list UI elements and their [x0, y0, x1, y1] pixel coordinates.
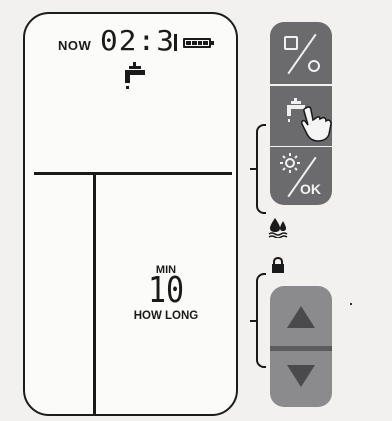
duration-value: 10: [147, 269, 185, 312]
clock-time: 02:3: [100, 24, 176, 57]
bracket-notch: [250, 320, 257, 322]
bracket-lower: [256, 273, 266, 368]
speck: [350, 303, 352, 305]
vertical-divider: [93, 174, 96, 414]
horizontal-divider: [34, 172, 232, 175]
now-label: NOW: [58, 38, 92, 53]
up-button[interactable]: [270, 286, 332, 346]
display-power-button[interactable]: [270, 22, 332, 84]
duration-caption: HOW LONG: [133, 310, 199, 322]
lcd-icon: [284, 36, 298, 50]
pointing-hand-icon: [301, 106, 332, 142]
lock-icon: [272, 257, 284, 273]
down-button[interactable]: [270, 351, 332, 407]
power-icon: [308, 60, 320, 72]
water-drop-icon: [268, 218, 288, 238]
tap-icon: [125, 62, 145, 89]
clock-digit-one: [174, 34, 177, 51]
sun-icon: [280, 153, 300, 173]
ok-label: OK: [300, 181, 321, 197]
bracket-upper: [256, 124, 266, 214]
lcd-display: NOW 02:3 MIN 10 HOW LONG: [23, 12, 238, 416]
arrow-down-icon: [287, 365, 315, 387]
battery-icon: [183, 38, 214, 48]
duration-readout: MIN 10 HOW LONG: [116, 264, 216, 322]
arrow-pad: [270, 286, 332, 407]
manual-water-button[interactable]: [270, 86, 332, 146]
arrow-up-icon: [287, 306, 315, 328]
bracket-notch: [250, 168, 257, 170]
settings-ok-button[interactable]: OK: [270, 147, 332, 205]
